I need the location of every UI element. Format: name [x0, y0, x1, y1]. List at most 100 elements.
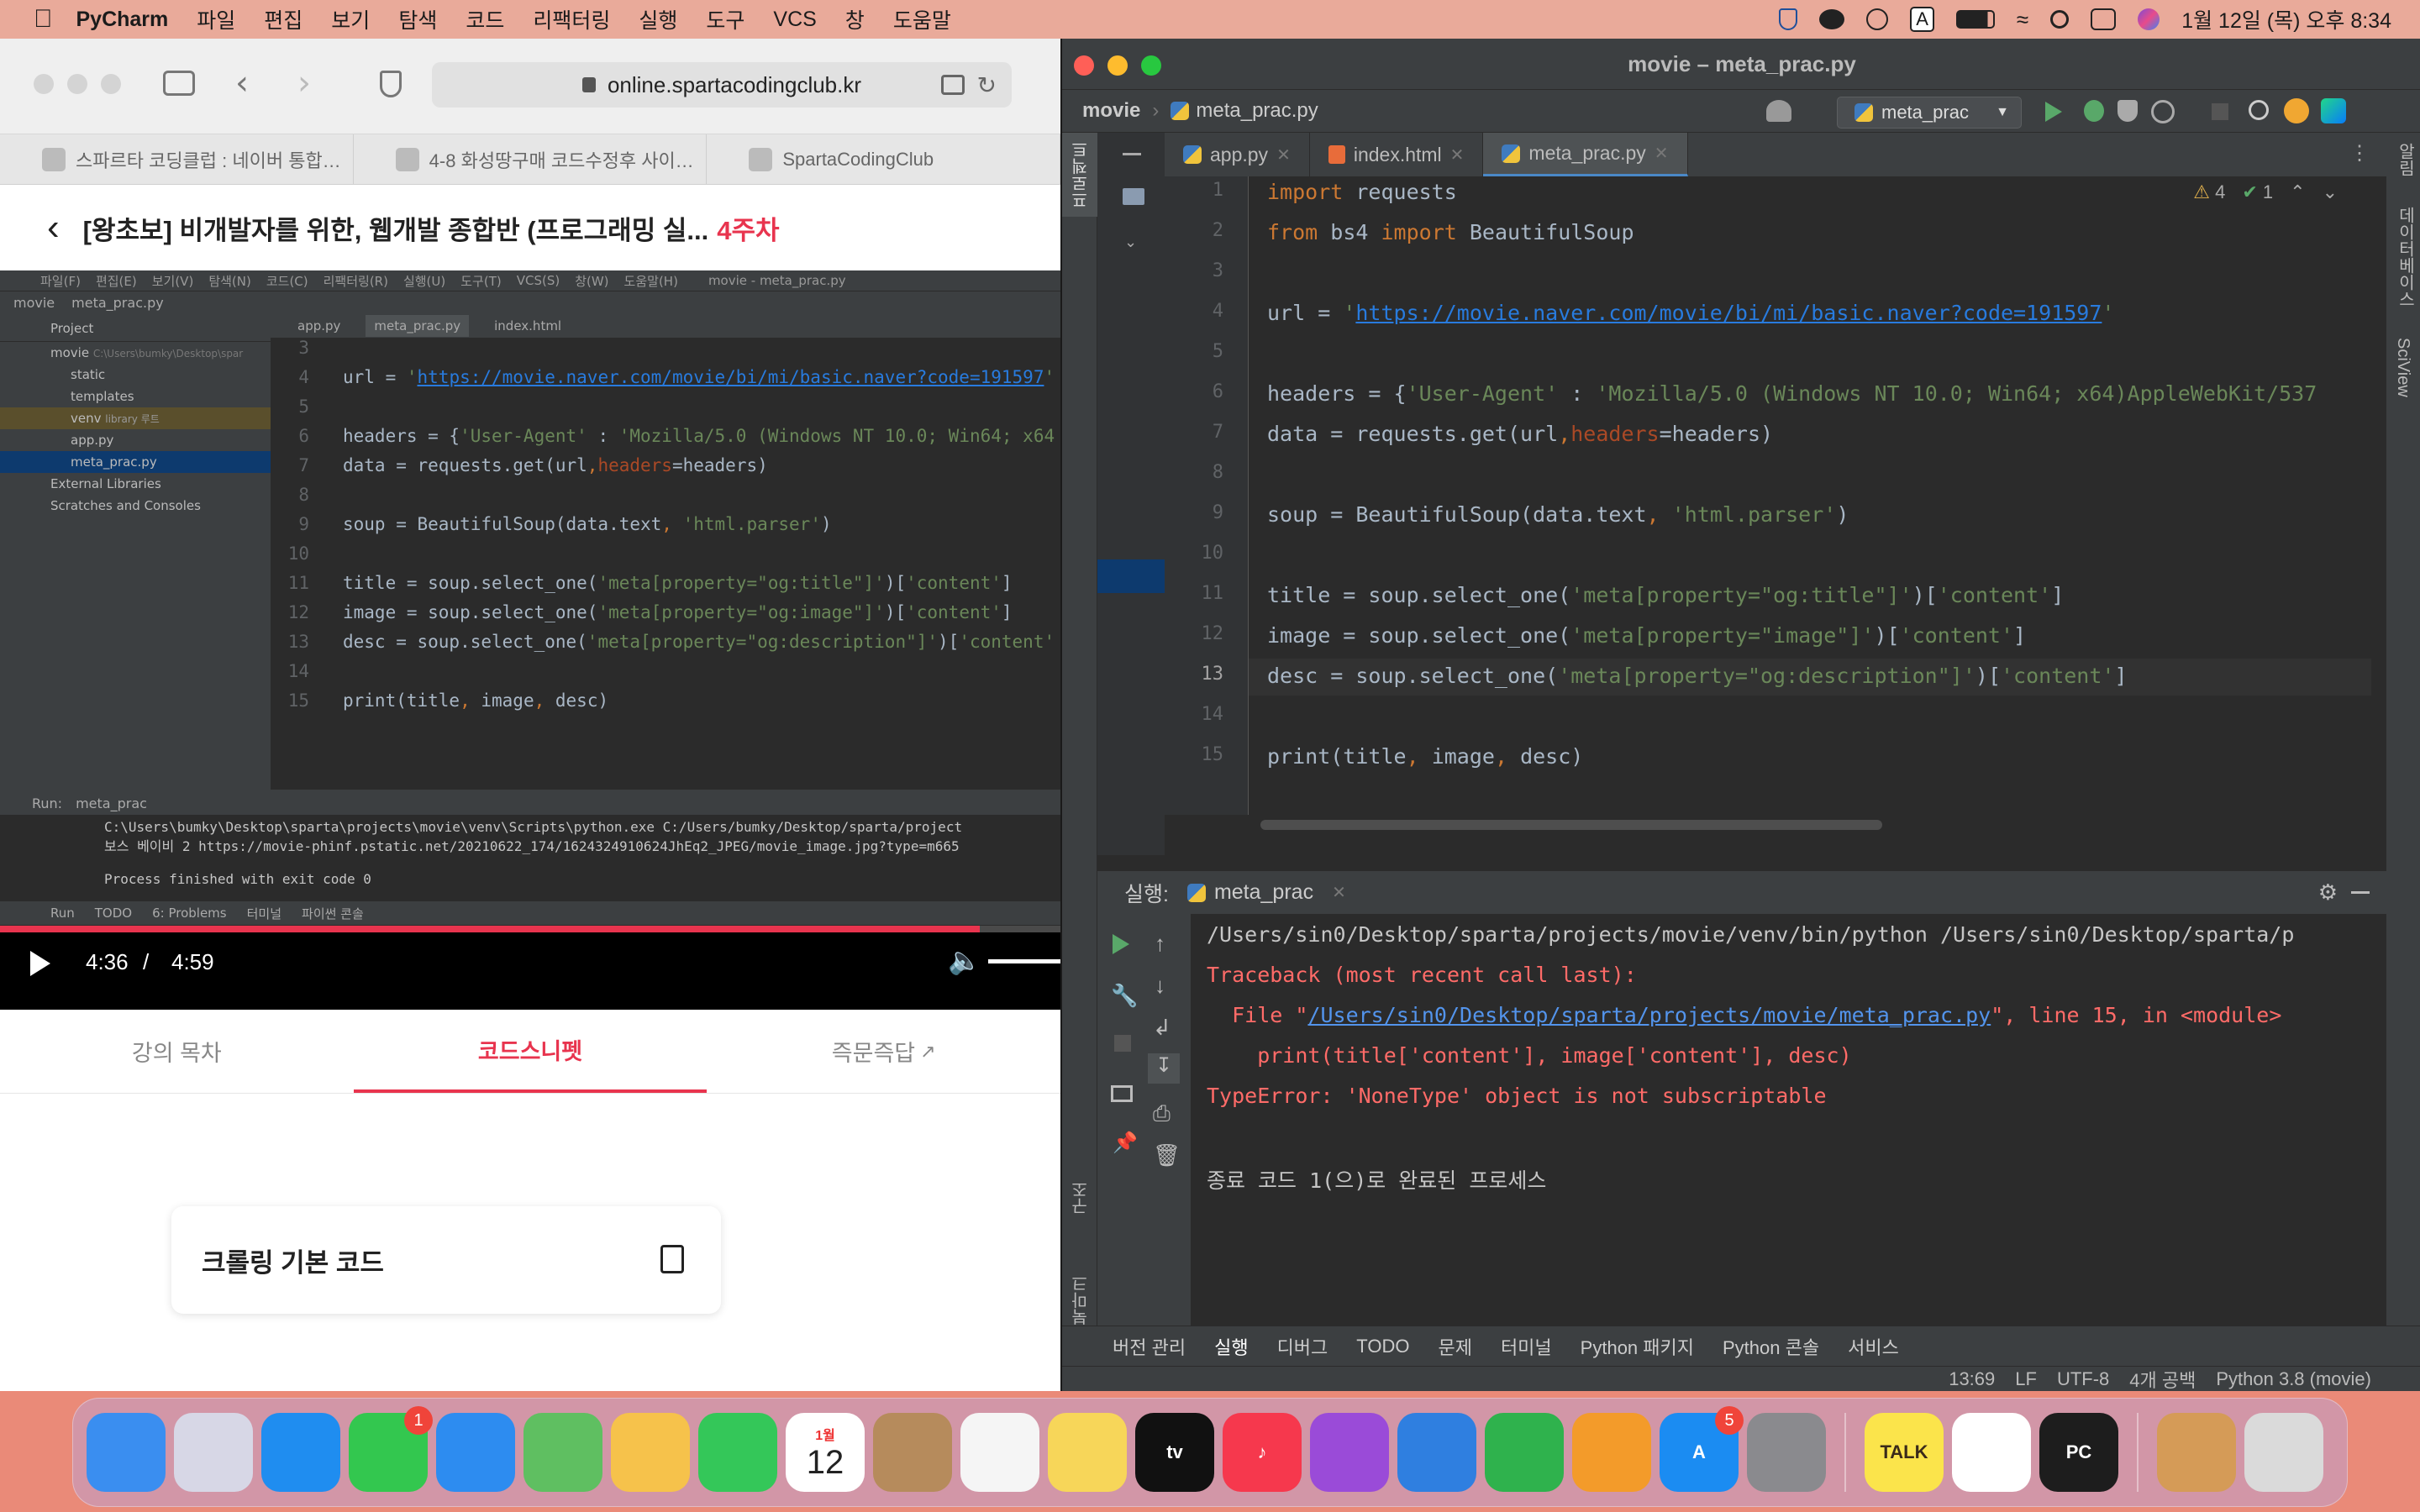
traceback-file-link[interactable]: /Users/sin0/Desktop/sparta/projects/movi…: [1307, 1003, 1991, 1027]
browser-tab[interactable]: 스파르타 코딩클럽 : 네이버 통합…: [0, 134, 354, 184]
dock-tv-icon[interactable]: tv: [1135, 1413, 1214, 1492]
project-tool-button[interactable]: 프로젝트: [1062, 133, 1100, 217]
menu-item[interactable]: 리팩터링: [533, 4, 610, 34]
breadcrumb-project[interactable]: movie: [1082, 99, 1140, 123]
tab-app-py[interactable]: app.py ✕: [1165, 133, 1310, 176]
inspection-widget[interactable]: ⚠ 4 ✔ 1 ⌃ ⌄: [2193, 181, 2338, 203]
indent-setting[interactable]: 4개 공백: [2129, 1366, 2196, 1392]
caret-position[interactable]: 13:69: [1949, 1368, 1995, 1390]
control-center-icon[interactable]: [2091, 8, 2117, 30]
tool-debug[interactable]: 디버그: [1277, 1333, 1328, 1360]
gear-icon[interactable]: ⚙: [2318, 879, 2338, 906]
dock-pycharm-icon[interactable]: PC: [2039, 1413, 2118, 1492]
tool-services[interactable]: 서비스: [1848, 1333, 1899, 1360]
scroll-thumb[interactable]: [1260, 820, 1882, 830]
dock-numbers-icon[interactable]: [1485, 1413, 1564, 1492]
down-arrow-icon[interactable]: ↓: [1155, 973, 1165, 999]
apple-icon[interactable]: : [34, 5, 53, 34]
input-source-icon[interactable]: A: [1910, 7, 1934, 32]
coverage-icon[interactable]: [2118, 100, 2138, 122]
search-icon[interactable]: [2249, 100, 2269, 120]
play-icon[interactable]: [30, 951, 50, 976]
dock-system-settings-icon[interactable]: [1747, 1413, 1826, 1492]
reload-icon[interactable]: ↻: [977, 71, 997, 99]
tool-python-packages[interactable]: Python 패키지: [1581, 1333, 1694, 1360]
tool-version-control[interactable]: 버전 관리: [1113, 1333, 1186, 1360]
stop-icon[interactable]: [2212, 103, 2228, 120]
more-tabs-icon[interactable]: ⋮: [2349, 141, 2370, 165]
trash-icon[interactable]: 🗑: [1153, 1142, 1181, 1168]
dock-maps-icon[interactable]: [523, 1413, 602, 1492]
tool-python-console[interactable]: Python 콘솔: [1723, 1333, 1819, 1360]
battery-icon[interactable]: [1955, 10, 1995, 29]
minimize-window-button[interactable]: [67, 74, 87, 94]
hide-icon[interactable]: [2351, 891, 2370, 894]
video-player[interactable]: 파일(F) 편집(E) 보기(V) 탐색(N) 코드(C) 리팩터링(R) 실행…: [0, 270, 1060, 1010]
run-output[interactable]: /Users/sin0/Desktop/sparta/projects/movi…: [1192, 914, 2386, 1342]
run-tab[interactable]: meta_prac: [1214, 880, 1313, 905]
dock-mail-icon[interactable]: [436, 1413, 515, 1492]
chevron-down-icon[interactable]: ⌄: [1124, 234, 1137, 251]
bookmarks-tool-button[interactable]: 북마크: [1062, 1268, 1100, 1332]
dock-trash-icon[interactable]: [2244, 1413, 2323, 1492]
forward-chevron-icon[interactable]: ›: [297, 64, 311, 102]
account-icon[interactable]: [1766, 100, 1791, 122]
next-highlight-icon[interactable]: ⌄: [2323, 181, 2338, 203]
dock-launchpad-icon[interactable]: [174, 1413, 253, 1492]
zoom-window-button[interactable]: [101, 74, 121, 94]
close-window-button[interactable]: [1074, 55, 1094, 76]
wifi-icon[interactable]: ≈: [2017, 7, 2028, 33]
soft-wrap-icon[interactable]: ↲: [1153, 1015, 1171, 1041]
run-icon[interactable]: [2045, 102, 2062, 122]
close-window-button[interactable]: [34, 74, 54, 94]
tool-run[interactable]: 실행: [1214, 1333, 1248, 1360]
tab-qna[interactable]: 즉문즉답 ↗: [707, 1010, 1060, 1093]
tool-todo[interactable]: TODO: [1356, 1336, 1409, 1357]
dock-pages-icon[interactable]: [1572, 1413, 1651, 1492]
file-encoding[interactable]: UTF-8: [2057, 1368, 2109, 1390]
menu-item[interactable]: 도구: [706, 4, 744, 34]
tab-code-snippet[interactable]: 코드스니펫: [353, 1010, 708, 1093]
dock-photos-icon[interactable]: [611, 1413, 690, 1492]
dock-contacts-icon[interactable]: [873, 1413, 952, 1492]
wrench-icon[interactable]: 🔧: [1111, 983, 1138, 1009]
update-icon[interactable]: [2284, 98, 2309, 123]
sciview-tool-button[interactable]: SciView: [2386, 328, 2419, 407]
menu-item[interactable]: 코드: [466, 4, 504, 34]
collapse-icon[interactable]: [1123, 153, 1141, 155]
rerun-icon[interactable]: [1113, 934, 1129, 954]
run-config-selector[interactable]: meta_prac ▼: [1837, 97, 2022, 129]
debug-icon[interactable]: [2084, 100, 2104, 122]
dock-calendar-icon[interactable]: 1월 12: [786, 1413, 865, 1492]
close-tab-icon[interactable]: ✕: [1276, 144, 1291, 165]
close-tab-icon[interactable]: ✕: [1655, 143, 1669, 164]
profile-icon[interactable]: [2151, 100, 2175, 123]
structure-tool-button[interactable]: 구조: [1062, 1174, 1100, 1221]
dock-facetime-icon[interactable]: [698, 1413, 777, 1492]
close-tab-icon[interactable]: ✕: [1332, 882, 1346, 903]
minimize-window-button[interactable]: [1107, 55, 1128, 76]
code-editor[interactable]: ⚠ 4 ✔ 1 ⌃ ⌄ import requests from bs4 impo…: [1249, 176, 2371, 815]
stop-icon[interactable]: [1114, 1035, 1131, 1052]
breadcrumb-file[interactable]: meta_prac.py: [1196, 99, 1318, 123]
pin-icon[interactable]: 📌: [1113, 1131, 1138, 1155]
tab-index-html[interactable]: index.html ✕: [1310, 133, 1484, 176]
clock[interactable]: 1월 12일 (목) 오후 8:34: [2181, 4, 2391, 34]
menu-item[interactable]: 편집: [264, 4, 302, 34]
dock-finder-icon[interactable]: [87, 1413, 166, 1492]
dock-keynote-icon[interactable]: [1397, 1413, 1476, 1492]
dock-music-icon[interactable]: ♪: [1223, 1413, 1302, 1492]
notifications-tool-button[interactable]: 알림: [2386, 133, 2420, 186]
menu-item[interactable]: VCS: [773, 8, 816, 32]
video-progress-bar[interactable]: [0, 926, 1060, 932]
menu-item[interactable]: 실행: [639, 4, 677, 34]
layout-icon[interactable]: [1111, 1085, 1133, 1102]
menu-item[interactable]: 파일: [197, 4, 235, 34]
volume-slider[interactable]: [988, 959, 1060, 963]
copy-icon[interactable]: [660, 1245, 684, 1273]
menu-item[interactable]: 보기: [331, 4, 370, 34]
play-circle-icon[interactable]: [1866, 8, 1889, 30]
privacy-shield-icon[interactable]: [380, 71, 402, 97]
volume-icon[interactable]: 🔈: [948, 944, 981, 976]
close-tab-icon[interactable]: ✕: [1450, 144, 1465, 165]
